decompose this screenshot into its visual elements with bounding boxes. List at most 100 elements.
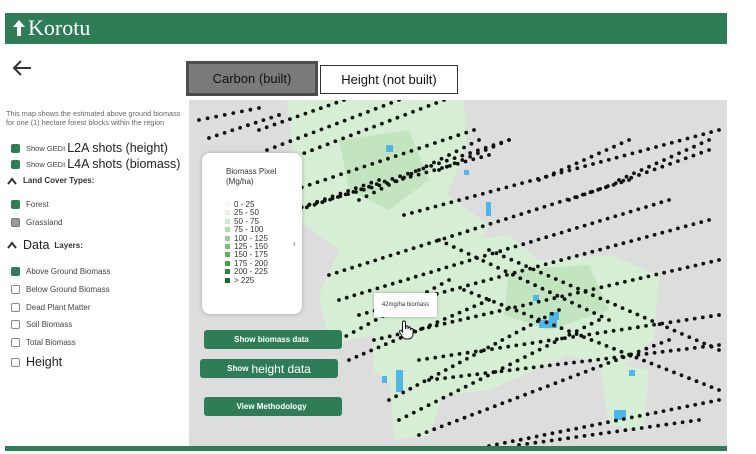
gedi-shot-point xyxy=(582,325,587,330)
forest-label: Forest xyxy=(26,200,49,209)
gedi-shot-point xyxy=(473,349,478,354)
gedi-shot-point xyxy=(634,355,639,360)
gedi-shot-point xyxy=(433,204,438,209)
gedi-shot-point xyxy=(606,361,611,365)
checkbox-total-biomass[interactable] xyxy=(11,338,20,347)
gedi-shot-point xyxy=(389,101,394,105)
checkbox-above-ground-biomass[interactable] xyxy=(11,267,20,276)
checkbox-height[interactable] xyxy=(11,357,20,367)
toggle-gedi-l4a[interactable]: Show GEDI L4A shots (biomass) xyxy=(11,157,180,171)
gedi-shot-point xyxy=(377,183,382,188)
gedi-shot-point xyxy=(481,259,486,263)
gedi-shot-point xyxy=(685,404,690,409)
gedi-shot-point xyxy=(629,239,634,244)
gedi-shot-point xyxy=(645,412,650,417)
tab-height[interactable]: Height (not built) xyxy=(320,65,458,94)
layer-below-ground-biomass[interactable]: Below Ground Biomass xyxy=(11,285,110,294)
gedi-shot-point xyxy=(567,256,571,260)
gedi-shot-point xyxy=(417,358,421,362)
gedi-shot-point xyxy=(683,224,688,229)
gedi-shot-point xyxy=(693,134,698,139)
view-methodology-button[interactable]: View Methodology xyxy=(204,397,342,416)
gedi-shot-point xyxy=(491,144,496,149)
toggle-gedi-l2a[interactable]: Show GEDI L2A shots (height) xyxy=(11,141,168,155)
gedi-shot-point xyxy=(552,323,556,328)
checkbox-forest[interactable] xyxy=(11,200,20,209)
gedi-shot-point xyxy=(538,387,543,391)
gedi-shot-point xyxy=(547,363,552,368)
gedi-shot-point xyxy=(452,161,457,166)
gedi-shot-point xyxy=(447,153,451,157)
gedi-shot-point xyxy=(627,138,631,142)
show-height-data-button[interactable]: Show height data xyxy=(200,359,338,378)
checkbox-gedi-l2a[interactable] xyxy=(11,143,20,153)
gedi-shot-point xyxy=(342,118,347,123)
gedi-shot-point xyxy=(417,208,422,213)
land-cover-section-header[interactable]: Land Cover Types: xyxy=(7,176,94,185)
checkbox-below-ground-biomass[interactable] xyxy=(11,285,20,294)
gedi-shot-point xyxy=(607,430,611,435)
legend-title-line2: (Mg/ha) xyxy=(226,177,254,186)
gedi-shot-point xyxy=(471,157,476,162)
gedi-shot-point xyxy=(639,426,644,430)
gedi-shot-point xyxy=(240,109,244,114)
gedi-shot-point xyxy=(668,348,673,353)
gedi-shot-point xyxy=(574,426,579,431)
gedi-shot-point xyxy=(500,366,505,370)
land-cover-title: Land Cover Types: xyxy=(23,176,95,185)
gedi-shot-point xyxy=(538,339,543,344)
land-cover-forest[interactable]: Forest xyxy=(11,200,49,209)
gedi-shot-point xyxy=(577,304,582,308)
land-cover-grassland[interactable]: Grassland xyxy=(11,218,62,227)
show-biomass-data-button[interactable]: Show biomass data xyxy=(204,330,342,349)
gedi-shot-point xyxy=(543,262,548,267)
gedi-shot-point xyxy=(523,392,527,397)
gedi-shot-point xyxy=(288,139,293,144)
gedi-shot-point xyxy=(489,310,494,315)
gedi-shot-point xyxy=(636,207,641,212)
layer-total-biomass[interactable]: Total Biomass xyxy=(11,338,76,347)
gedi-shot-point xyxy=(707,138,711,142)
gedi-shot-point xyxy=(364,127,369,132)
checkbox-dead-plant-matter[interactable] xyxy=(11,303,20,312)
back-button[interactable] xyxy=(11,58,33,78)
gedi-shot-point xyxy=(559,326,564,331)
gedi-shot-point xyxy=(604,356,609,361)
gedi-shot-point xyxy=(687,335,692,339)
gedi-shot-point xyxy=(699,220,704,224)
gedi-shot-point xyxy=(421,166,426,171)
gedi-shot-point xyxy=(465,229,470,234)
gedi-shot-point xyxy=(557,200,562,204)
gedi-shot-point xyxy=(642,358,646,363)
gedi-shot-point xyxy=(381,104,386,108)
gedi-shot-point xyxy=(615,281,619,286)
gedi-shot-point xyxy=(361,183,366,188)
gedi-shot-point xyxy=(676,226,680,231)
gedi-shot-point xyxy=(709,344,714,349)
layer-soil-biomass[interactable]: Soil Biomass xyxy=(11,320,72,329)
layer-dead-plant-matter[interactable]: Dead Plant Matter xyxy=(11,303,90,312)
gedi-shot-point xyxy=(459,374,464,378)
gedi-shot-point xyxy=(525,279,530,284)
checkbox-grassland[interactable] xyxy=(11,218,20,227)
checkbox-gedi-l4a[interactable] xyxy=(11,159,20,169)
gedi-shot-point xyxy=(450,364,455,369)
gedi-shot-point xyxy=(456,388,461,393)
layer-height[interactable]: Height xyxy=(11,355,62,369)
gedi-shot-point xyxy=(205,116,210,121)
gedi-shot-point xyxy=(589,154,594,159)
gedi-shot-point xyxy=(467,373,472,377)
gedi-shot-point xyxy=(523,366,528,371)
gedi-shot-point xyxy=(470,412,474,417)
gedi-shot-point xyxy=(330,194,335,199)
data-layers-section-header[interactable]: Data Layers: xyxy=(7,238,83,252)
app-logo[interactable]: Korotu xyxy=(12,15,90,41)
layer-label: Below Ground Biomass xyxy=(26,285,110,294)
gedi-shot-point xyxy=(684,318,689,322)
layer-above-ground-biomass[interactable]: Above Ground Biomass xyxy=(11,267,111,276)
checkbox-soil-biomass[interactable] xyxy=(11,320,20,329)
legend-swatch xyxy=(225,269,230,275)
tab-carbon[interactable]: Carbon (built) xyxy=(186,61,318,96)
gedi-shot-point xyxy=(550,431,555,436)
gedi-shot-point xyxy=(631,427,636,431)
